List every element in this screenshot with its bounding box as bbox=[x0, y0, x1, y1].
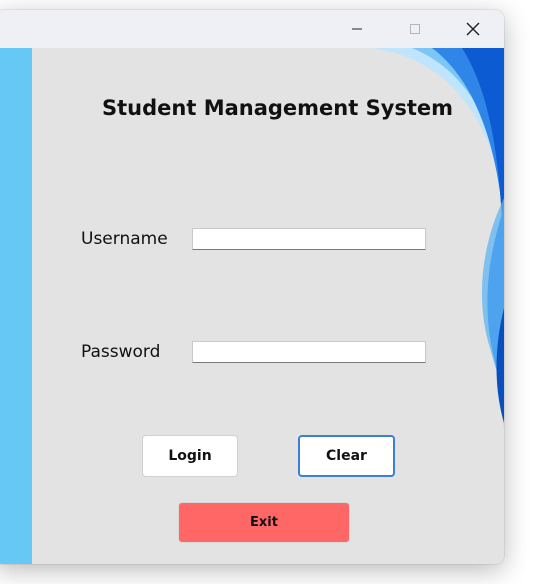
page-title: Student Management System bbox=[102, 96, 454, 120]
close-button[interactable] bbox=[444, 10, 502, 48]
maximize-icon bbox=[410, 24, 420, 34]
password-input[interactable] bbox=[192, 341, 426, 363]
minimize-icon bbox=[352, 28, 362, 30]
username-label: Username bbox=[81, 229, 168, 249]
side-accent-strip bbox=[0, 48, 32, 564]
close-icon bbox=[466, 22, 480, 36]
decorative-wave-graphic bbox=[372, 48, 504, 428]
maximize-button[interactable] bbox=[386, 10, 444, 48]
login-window: Student Management System Username Passw… bbox=[0, 10, 504, 564]
clear-button[interactable]: Clear bbox=[298, 435, 395, 477]
login-form-panel: Student Management System Username Passw… bbox=[32, 48, 504, 564]
title-bar[interactable] bbox=[0, 10, 504, 48]
exit-button[interactable]: Exit bbox=[178, 502, 350, 543]
minimize-button[interactable] bbox=[328, 10, 386, 48]
username-input[interactable] bbox=[192, 228, 426, 250]
password-label: Password bbox=[81, 342, 161, 362]
login-button[interactable]: Login bbox=[142, 435, 238, 477]
